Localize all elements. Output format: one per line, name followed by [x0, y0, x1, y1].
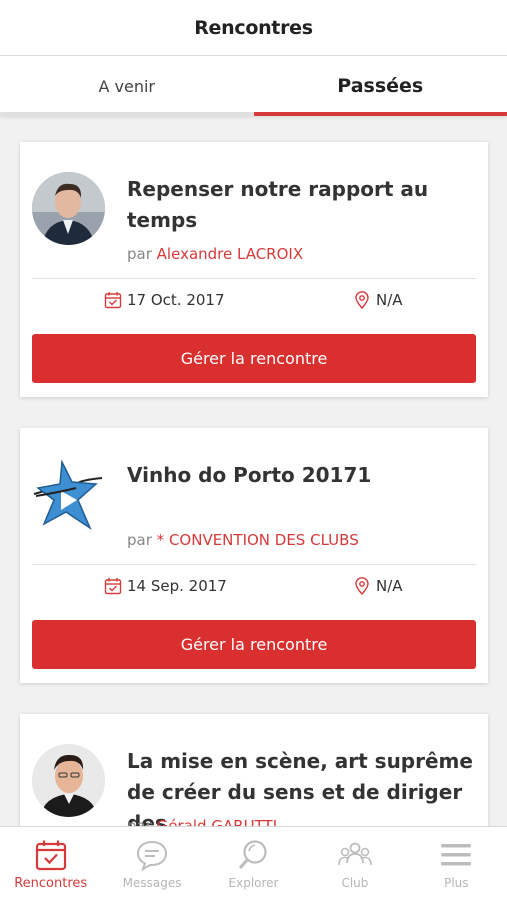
organizer-prefix: par	[127, 531, 152, 549]
nav-label: Club	[341, 876, 369, 890]
tab-label: Passées	[337, 75, 424, 97]
group-icon	[338, 842, 372, 866]
event-card[interactable]: Vinho do Porto 20171 par * CONVENTION DE…	[20, 428, 488, 683]
search-icon	[238, 840, 267, 869]
nav-label: Plus	[444, 876, 469, 890]
organizer-name[interactable]: * CONVENTION DES CLUBS	[157, 531, 359, 549]
event-card-header: Repenser notre rapport au temps par Alex…	[20, 142, 488, 279]
tab-bar: A venir Passées	[0, 56, 507, 116]
event-organizer: par * CONVENTION DES CLUBS	[127, 531, 359, 549]
tab-upcoming[interactable]: A venir	[0, 56, 254, 116]
nav-rencontres[interactable]: Rencontres	[0, 827, 101, 900]
event-meta: 17 Oct. 2017 N/A	[20, 279, 488, 321]
organizer-prefix: par	[127, 245, 152, 263]
organizer-avatar	[32, 458, 105, 531]
card-spacer	[20, 383, 488, 397]
person-photo-icon	[32, 172, 105, 245]
organizer-name[interactable]: Gérald GARUTTI	[157, 817, 277, 826]
location-pin-icon	[355, 577, 369, 595]
event-card-header: Vinho do Porto 20171 par * CONVENTION DE…	[20, 428, 488, 565]
nav-plus[interactable]: Plus	[406, 827, 507, 900]
app-screen: Rencontres A venir Passées Repenser notr…	[0, 0, 507, 900]
event-card[interactable]: La mise en scène, art suprême de créer d…	[20, 714, 488, 826]
organizer-prefix: par	[127, 817, 152, 826]
manage-event-button[interactable]: Gérer la rencontre	[32, 334, 476, 383]
event-list[interactable]: Repenser notre rapport au temps par Alex…	[0, 116, 507, 826]
event-meta: 14 Sep. 2017 N/A	[20, 565, 488, 607]
page-title: Rencontres	[194, 16, 313, 39]
event-organizer: par Alexandre LACROIX	[127, 245, 303, 263]
tab-past[interactable]: Passées	[253, 56, 507, 116]
event-card-header: La mise en scène, art suprême de créer d…	[20, 714, 488, 826]
event-date: 17 Oct. 2017	[104, 291, 225, 309]
person-photo-icon	[32, 744, 105, 817]
star-play-logo-icon	[33, 459, 103, 531]
event-location-text: N/A	[376, 291, 403, 309]
bottom-navigation: Rencontres Messages Explorer Club Plus	[0, 826, 507, 900]
event-card[interactable]: Repenser notre rapport au temps par Alex…	[20, 142, 488, 397]
event-date-text: 17 Oct. 2017	[127, 291, 225, 309]
organizer-name[interactable]: Alexandre LACROIX	[157, 245, 303, 263]
event-location: N/A	[354, 577, 403, 595]
event-organizer: par Gérald GARUTTI	[127, 817, 277, 826]
chat-bubble-icon	[137, 840, 168, 871]
card-spacer	[20, 669, 488, 683]
nav-label: Explorer	[228, 876, 279, 890]
nav-label: Rencontres	[14, 876, 88, 891]
organizer-avatar	[32, 744, 105, 817]
event-title[interactable]: Vinho do Porto 20171	[127, 460, 474, 491]
calendar-icon	[104, 578, 122, 595]
event-title[interactable]: La mise en scène, art suprême de créer d…	[127, 746, 474, 826]
nav-messages[interactable]: Messages	[101, 827, 202, 900]
calendar-check-icon	[35, 840, 66, 871]
menu-icon	[441, 844, 472, 866]
nav-label: Messages	[122, 876, 182, 890]
manage-event-button[interactable]: Gérer la rencontre	[32, 620, 476, 669]
calendar-icon	[104, 292, 122, 309]
location-pin-icon	[355, 291, 369, 309]
event-location: N/A	[354, 291, 403, 309]
nav-club[interactable]: Club	[304, 827, 405, 900]
event-date-text: 14 Sep. 2017	[127, 577, 227, 595]
event-date: 14 Sep. 2017	[104, 577, 227, 595]
event-location-text: N/A	[376, 577, 403, 595]
nav-explorer[interactable]: Explorer	[203, 827, 304, 900]
tab-label: A venir	[98, 76, 155, 96]
organizer-avatar	[32, 172, 105, 245]
app-header: Rencontres	[0, 0, 507, 56]
event-title[interactable]: Repenser notre rapport au temps	[127, 174, 474, 236]
